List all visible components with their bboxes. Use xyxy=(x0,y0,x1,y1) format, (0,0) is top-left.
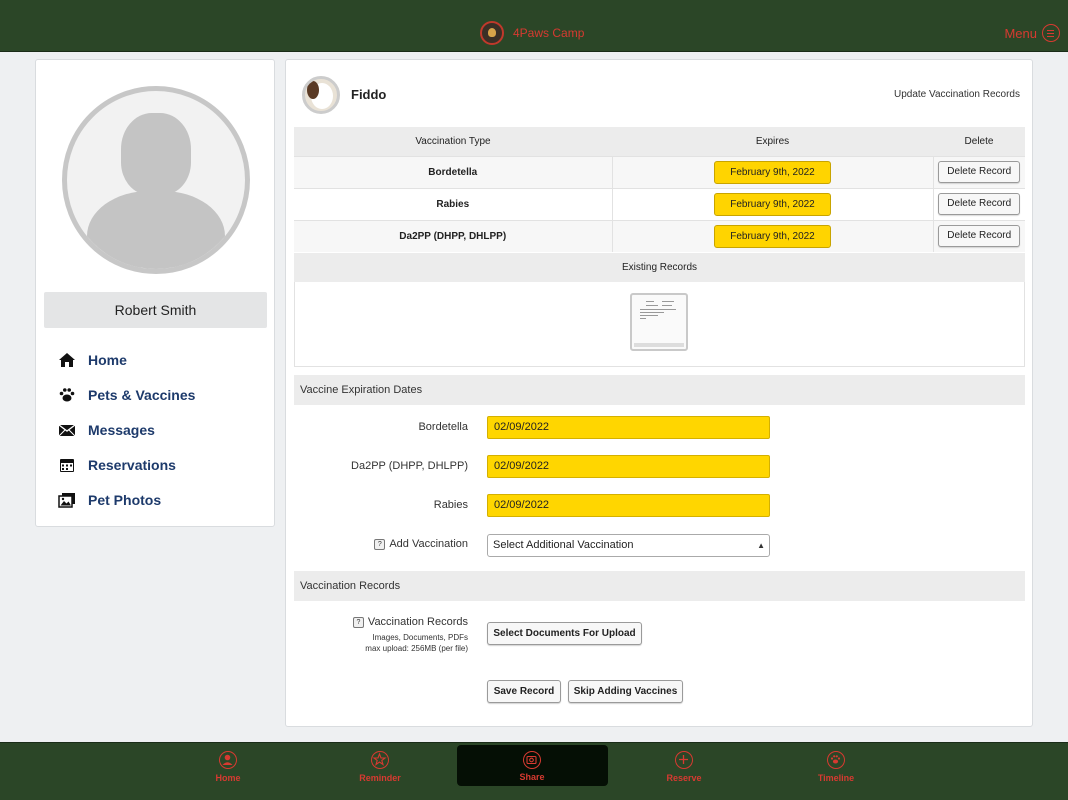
sidebar-item-reservations[interactable]: Reservations xyxy=(58,455,258,475)
vaccination-type: Rabies xyxy=(294,187,612,220)
table-row: Bordetella February 9th, 2022 Delete Rec… xyxy=(294,155,1025,188)
user-circle-icon xyxy=(219,751,237,769)
tab-reminder[interactable]: Reminder xyxy=(305,743,455,800)
skip-adding-vaccines-button[interactable]: Skip Adding Vaccines xyxy=(568,680,683,703)
delete-record-button[interactable]: Delete Record xyxy=(938,193,1021,215)
delete-record-button[interactable]: Delete Record xyxy=(938,161,1021,183)
user-name: Robert Smith xyxy=(44,292,267,328)
add-vaccination-label-text: Add Vaccination xyxy=(389,538,468,550)
tab-label: Reminder xyxy=(359,773,401,783)
upload-types-note: Images, Documents, PDFs xyxy=(372,633,468,642)
rabies-date-input[interactable]: 02/09/2022 xyxy=(487,494,770,517)
field-label-bordetella: Bordetella xyxy=(418,421,468,433)
field-label-da2pp: Da2PP (DHPP, DHLPP) xyxy=(351,460,468,472)
select-documents-button[interactable]: Select Documents For Upload xyxy=(487,622,642,645)
delete-cell: Delete Record xyxy=(932,155,1025,188)
plus-circle-icon xyxy=(675,751,693,769)
bottom-tab-bar: Home Reminder Share Reserve Timeline xyxy=(0,742,1068,800)
profile-sidebar: Robert Smith Home Pets & Vaccines Messag… xyxy=(35,59,275,527)
calendar-icon xyxy=(58,456,76,474)
add-vaccination-select[interactable]: Select Additional Vaccination ▲ xyxy=(487,534,770,557)
update-vaccination-records-link[interactable]: Update Vaccination Records xyxy=(894,89,1020,100)
help-icon[interactable]: ? xyxy=(374,539,386,550)
delete-record-button[interactable]: Delete Record xyxy=(938,225,1021,248)
star-icon xyxy=(371,751,389,769)
photos-icon xyxy=(58,491,76,509)
expiration-section-header: Vaccine Expiration Dates xyxy=(294,375,1025,405)
expiry-date: February 9th, 2022 xyxy=(714,224,831,248)
delete-cell: Delete Record xyxy=(932,187,1025,220)
tab-home[interactable]: Home xyxy=(153,743,303,800)
tab-share[interactable]: Share xyxy=(457,743,607,800)
pet-name: Fiddo xyxy=(351,87,387,102)
avatar-head-icon xyxy=(121,113,191,195)
sidebar-item-home[interactable]: Home xyxy=(58,350,258,370)
hamburger-icon xyxy=(1042,24,1060,42)
sidebar-item-label: Reservations xyxy=(88,457,176,473)
existing-records-header: Existing Records xyxy=(294,253,1025,282)
sidebar-item-pet-photos[interactable]: Pet Photos xyxy=(58,490,258,510)
paw-icon xyxy=(58,386,76,404)
brand-name: 4Paws Camp xyxy=(513,26,585,40)
help-icon[interactable]: ? xyxy=(352,617,364,628)
paw-circle-icon xyxy=(827,751,845,769)
column-header-expires: Expires xyxy=(612,127,933,156)
brand-logo-icon xyxy=(480,21,504,45)
existing-records xyxy=(294,282,1025,367)
vaccination-type: Bordetella xyxy=(294,155,612,188)
column-header-type: Vaccination Type xyxy=(294,127,612,156)
tab-label: Home xyxy=(215,773,241,783)
upload-limit-note: max upload: 256MB (per file) xyxy=(365,644,468,653)
add-vaccination-label: ? Add Vaccination xyxy=(374,538,468,550)
home-icon xyxy=(58,351,76,369)
sidebar-item-label: Home xyxy=(88,352,127,368)
bordetella-date-input[interactable]: 02/09/2022 xyxy=(487,416,770,439)
sidebar-item-messages[interactable]: Messages xyxy=(58,420,258,440)
envelope-icon xyxy=(58,421,76,439)
select-arrows-icon: ▲ xyxy=(757,541,765,550)
pet-avatar xyxy=(302,76,340,114)
vaccination-records-label: ? Vaccination Records xyxy=(352,616,468,628)
expires-cell: February 9th, 2022 xyxy=(611,219,933,252)
vaccination-type: Da2PP (DHPP, DHLPP) xyxy=(294,219,612,252)
vaccination-records-label-text: Vaccination Records xyxy=(367,616,468,628)
sidebar-item-label: Messages xyxy=(88,422,155,438)
sidebar-item-pets-vaccines[interactable]: Pets & Vaccines xyxy=(58,385,258,405)
menu-label: Menu xyxy=(1004,25,1037,41)
records-section-header: Vaccination Records xyxy=(294,571,1025,601)
save-record-button[interactable]: Save Record xyxy=(487,680,561,703)
column-header-delete: Delete xyxy=(933,127,1025,156)
table-row: Rabies February 9th, 2022 Delete Record xyxy=(294,187,1025,220)
top-bar: 4Paws Camp Menu xyxy=(0,0,1068,52)
vaccination-table: Vaccination Type Expires Delete Bordetel… xyxy=(294,127,1025,252)
vaccination-panel: Fiddo Update Vaccination Records Vaccina… xyxy=(285,59,1033,727)
expires-cell: February 9th, 2022 xyxy=(611,187,933,220)
field-label-rabies: Rabies xyxy=(433,499,468,511)
delete-cell: Delete Record xyxy=(932,219,1025,252)
camera-icon xyxy=(523,751,541,769)
tab-reserve[interactable]: Reserve xyxy=(609,743,759,800)
expiry-date: February 9th, 2022 xyxy=(714,192,831,216)
tab-label: Timeline xyxy=(817,773,855,783)
table-header-row: Vaccination Type Expires Delete xyxy=(294,127,1025,156)
avatar-body-icon xyxy=(87,191,225,269)
document-thumbnail[interactable] xyxy=(630,293,688,351)
da2pp-date-input[interactable]: 02/09/2022 xyxy=(487,455,770,478)
tab-label: Share xyxy=(519,772,545,782)
select-value: Select Additional Vaccination xyxy=(493,539,634,551)
menu-button[interactable]: Menu xyxy=(1004,22,1060,44)
tab-label: Reserve xyxy=(666,773,702,783)
table-row: Da2PP (DHPP, DHLPP) February 9th, 2022 D… xyxy=(294,219,1025,252)
avatar xyxy=(62,86,250,274)
expiry-date: February 9th, 2022 xyxy=(714,160,831,184)
tab-timeline[interactable]: Timeline xyxy=(761,743,911,800)
expires-cell: February 9th, 2022 xyxy=(611,155,933,188)
sidebar-item-label: Pet Photos xyxy=(88,492,162,508)
sidebar-item-label: Pets & Vaccines xyxy=(88,387,196,403)
